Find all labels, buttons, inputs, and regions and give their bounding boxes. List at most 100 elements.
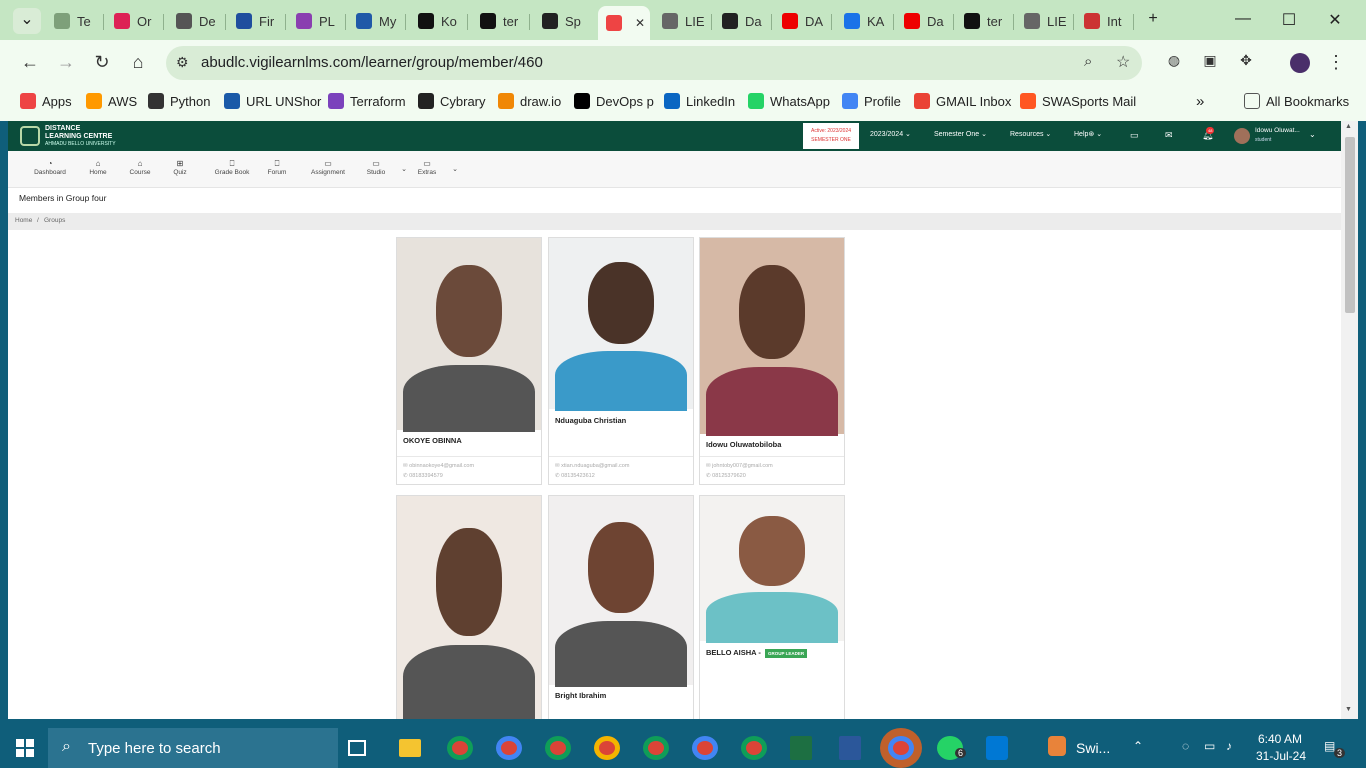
clock-time[interactable]: 6:40 AM bbox=[1258, 732, 1302, 746]
browser-tab[interactable]: De bbox=[176, 8, 224, 34]
browser-tab[interactable]: Or bbox=[114, 8, 162, 34]
chrome-icon-5[interactable] bbox=[643, 736, 669, 760]
breadcrumb-home[interactable]: Home bbox=[15, 217, 32, 224]
user-avatar[interactable] bbox=[1234, 128, 1250, 144]
back-icon[interactable]: ← bbox=[18, 52, 42, 73]
chrome-icon-3[interactable] bbox=[545, 736, 571, 760]
bookmark-item[interactable]: AWS bbox=[86, 93, 137, 109]
semester-select[interactable]: Semester One ⌄ bbox=[934, 130, 987, 138]
browser-tab[interactable]: My bbox=[356, 8, 404, 34]
bookmark-item[interactable]: WhatsApp bbox=[748, 93, 830, 109]
excel-icon[interactable] bbox=[790, 736, 812, 760]
scroll-up-icon[interactable]: ▲ bbox=[1345, 123, 1352, 130]
taskbar-search[interactable]: ⌕ Type here to search bbox=[48, 728, 338, 768]
browser-menu-icon[interactable]: ⋮ bbox=[1324, 52, 1348, 73]
nav-item[interactable]: ▭ Extras ⌄ bbox=[402, 159, 458, 176]
bookmark-item[interactable]: SWASports Mail bbox=[1020, 93, 1136, 109]
chrome-icon-4[interactable] bbox=[594, 736, 620, 760]
reload-icon[interactable]: ↻ bbox=[90, 52, 114, 73]
scrollbar-thumb[interactable] bbox=[1345, 137, 1355, 313]
member-phone[interactable]: ✆ 08183394579 bbox=[403, 471, 535, 481]
resources-menu[interactable]: Resources ⌄ bbox=[1010, 130, 1051, 138]
chrome-icon[interactable] bbox=[447, 736, 473, 760]
bookmark-item[interactable]: LinkedIn bbox=[664, 93, 735, 109]
browser-tab[interactable]: Fir bbox=[236, 8, 284, 34]
browser-tab[interactable]: LIE bbox=[662, 8, 710, 34]
mail-icon[interactable]: ✉ bbox=[1165, 130, 1173, 141]
more-bookmarks-icon[interactable]: » bbox=[1196, 93, 1204, 110]
browser-tab[interactable]: Te bbox=[54, 8, 102, 34]
member-email[interactable]: ✉ obinnaokoye4@gmail.com bbox=[403, 461, 535, 471]
bookmark-item[interactable]: Python bbox=[148, 93, 210, 109]
windows-start-icon[interactable] bbox=[16, 739, 34, 757]
bookmark-item[interactable]: draw.io bbox=[498, 93, 561, 109]
zoom-icon[interactable]: ⌕ bbox=[1084, 53, 1092, 70]
maximize-button[interactable]: ☐ bbox=[1274, 10, 1304, 30]
minimize-button[interactable]: — bbox=[1228, 10, 1258, 28]
app-icon[interactable] bbox=[1048, 736, 1066, 756]
bookmark-item[interactable]: GMAIL Inbox bbox=[914, 93, 1011, 109]
member-email[interactable]: ✉ xtian.nduaguba@gmail.com bbox=[555, 461, 687, 471]
show-hidden-icons-icon[interactable]: ⌃ bbox=[1133, 739, 1143, 753]
user-menu-chevron-icon[interactable]: ⌄ bbox=[1309, 130, 1316, 139]
browser-tab[interactable]: ter bbox=[964, 8, 1012, 34]
page-scrollbar[interactable]: ▲ ▼ bbox=[1341, 121, 1358, 719]
browser-tab[interactable]: Int bbox=[1084, 8, 1132, 34]
member-email[interactable]: ✉ johntoby007@gmail.com bbox=[706, 461, 838, 471]
task-view-icon[interactable] bbox=[348, 740, 366, 756]
word-icon[interactable] bbox=[839, 736, 861, 760]
extension-icon[interactable]: ◍ bbox=[1162, 52, 1186, 69]
dlc-logo[interactable]: DISTANCE LEARNING CENTRE AHMADU BELLO UN… bbox=[20, 125, 116, 147]
browser-tab[interactable]: LIE bbox=[1024, 8, 1072, 34]
browser-tab[interactable]: KA bbox=[844, 8, 892, 34]
browser-tab[interactable]: Sp bbox=[542, 8, 590, 34]
nav-item[interactable]: ▭ Assignment bbox=[303, 159, 353, 176]
browser-tab[interactable]: Ko bbox=[418, 8, 466, 34]
nav-item[interactable]: ◔ Dashboard bbox=[25, 159, 75, 176]
site-info-icon[interactable]: ⚙ bbox=[176, 54, 189, 71]
browser-tab[interactable]: DA bbox=[782, 8, 830, 34]
vscode-icon[interactable] bbox=[986, 736, 1008, 760]
browser-tab[interactable]: ✕ bbox=[598, 6, 650, 40]
member-phone[interactable]: ✆ 08135423612 bbox=[555, 471, 687, 481]
chrome-icon-6[interactable] bbox=[692, 736, 718, 760]
member-phone[interactable]: ✆ 08125379620 bbox=[706, 471, 838, 481]
browser-tab[interactable]: PL bbox=[296, 8, 344, 34]
chrome-icon-active[interactable] bbox=[888, 736, 914, 760]
clock-date[interactable]: 31-Jul-24 bbox=[1256, 749, 1306, 763]
all-bookmarks-button[interactable]: All Bookmarks bbox=[1244, 93, 1349, 109]
network-icon[interactable]: ◌ bbox=[1182, 739, 1189, 753]
browser-tab[interactable]: Da bbox=[722, 8, 770, 34]
scroll-down-icon[interactable]: ▼ bbox=[1345, 706, 1352, 713]
chrome-icon-2[interactable] bbox=[496, 736, 522, 760]
address-bar[interactable]: ⚙ abudlc.vigilearnlms.com/learner/group/… bbox=[166, 46, 1142, 80]
breadcrumb-groups[interactable]: Groups bbox=[44, 217, 65, 224]
volume-icon[interactable]: ♪ bbox=[1226, 739, 1232, 753]
sidepanel-icon[interactable]: ▣ bbox=[1198, 52, 1222, 69]
new-tab-button[interactable]: + bbox=[1138, 10, 1168, 28]
bookmark-item[interactable]: Terraform bbox=[328, 93, 406, 109]
forward-icon[interactable]: → bbox=[54, 52, 78, 73]
bookmark-item[interactable]: URL UNShor bbox=[224, 93, 321, 109]
close-window-button[interactable]: ✕ bbox=[1320, 10, 1350, 30]
bookmark-item[interactable]: Apps bbox=[20, 93, 72, 109]
profile-avatar[interactable] bbox=[1290, 53, 1310, 73]
swi-label[interactable]: Swi... bbox=[1076, 740, 1110, 756]
extensions-puzzle-icon[interactable]: ✥ bbox=[1234, 52, 1258, 69]
bookmark-item[interactable]: Cybrary bbox=[418, 93, 486, 109]
nav-item[interactable]: ⊞ Quiz bbox=[155, 159, 205, 176]
bookmark-item[interactable]: DevOps p bbox=[574, 93, 654, 109]
chrome-icon-7[interactable] bbox=[741, 736, 767, 760]
file-explorer-icon[interactable] bbox=[399, 739, 421, 757]
bookmark-item[interactable]: Profile bbox=[842, 93, 901, 109]
nav-item[interactable]: ▭ Studio ⌄ bbox=[351, 159, 407, 176]
browser-tab[interactable]: Da bbox=[904, 8, 952, 34]
tab-close-icon[interactable]: ✕ bbox=[635, 16, 645, 30]
home-icon[interactable]: ⌂ bbox=[126, 52, 150, 73]
nav-item[interactable]: ⎕ Forum bbox=[252, 159, 302, 176]
help-menu[interactable]: Help⊛ ⌄ bbox=[1074, 130, 1102, 138]
messages-icon[interactable]: ▭ bbox=[1130, 130, 1139, 141]
tab-search-button[interactable]: ⌄ bbox=[13, 8, 41, 34]
bookmark-star-icon[interactable]: ☆ bbox=[1116, 52, 1130, 72]
browser-tab[interactable]: ter bbox=[480, 8, 528, 34]
